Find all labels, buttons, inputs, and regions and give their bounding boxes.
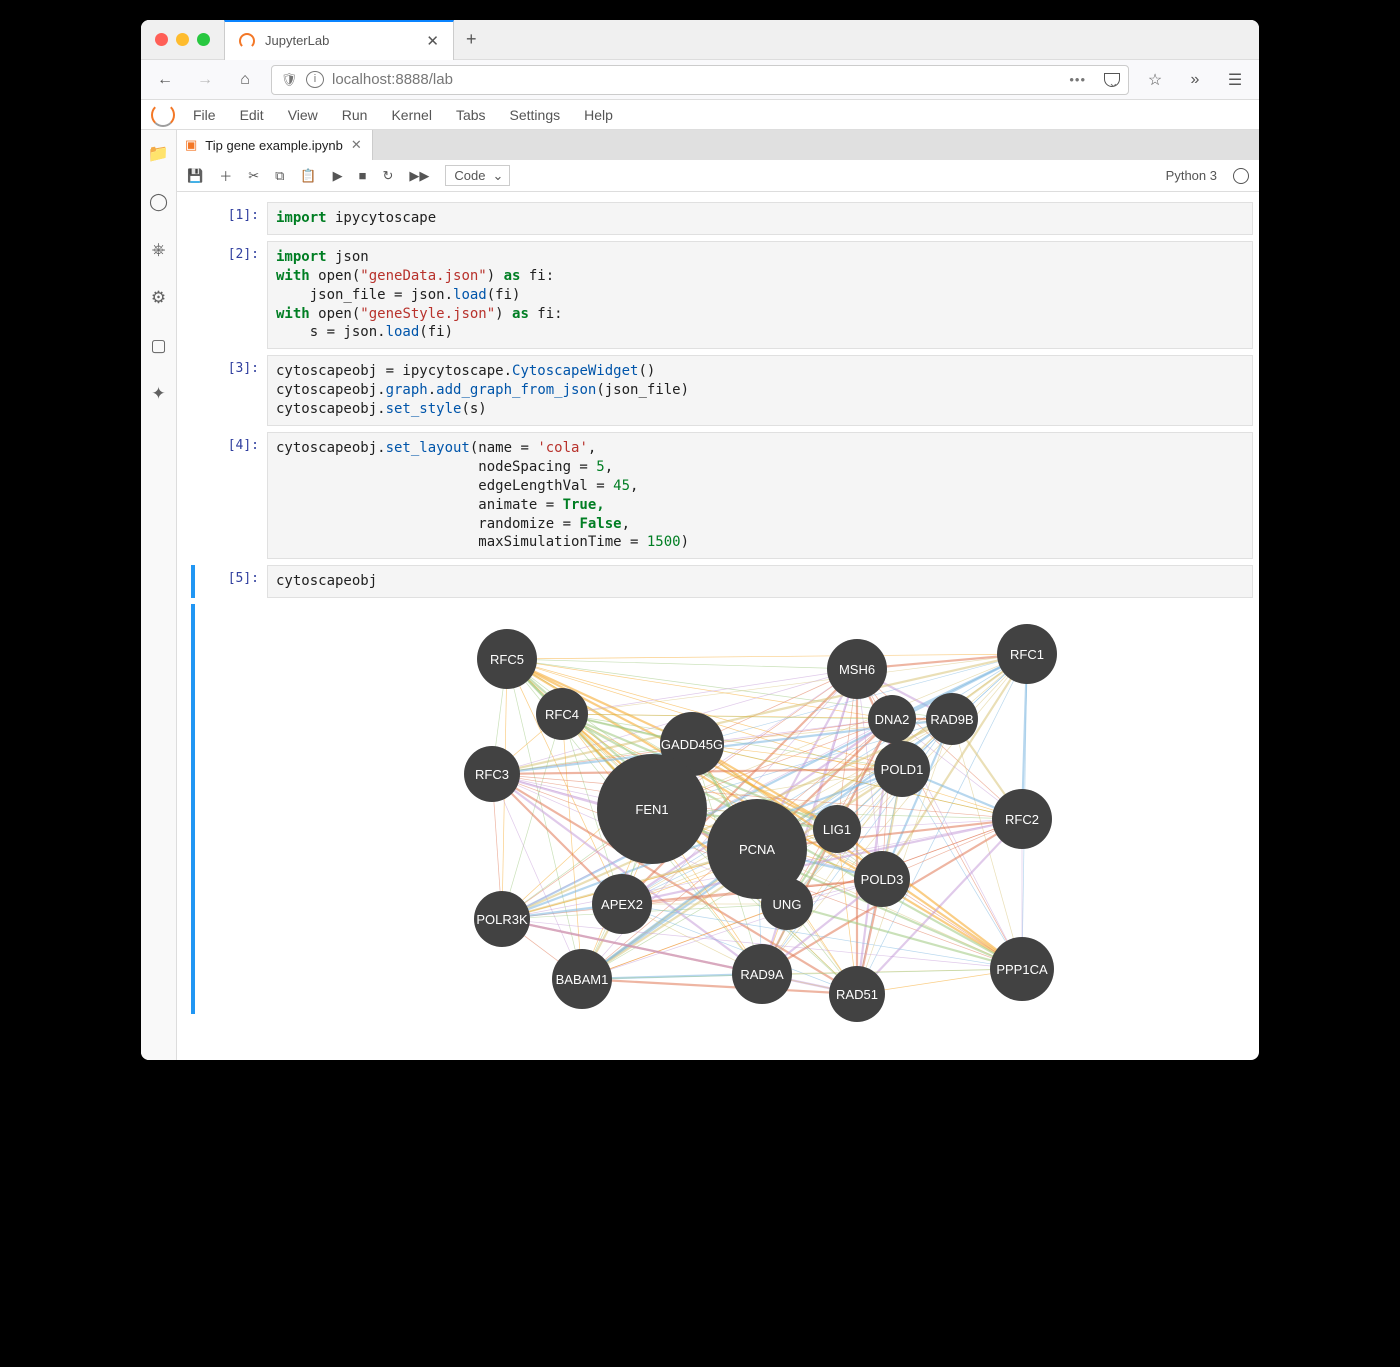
notebook-tabs: ▣ Tip gene example.ipynb ✕ <box>177 130 1259 160</box>
browser-window: JupyterLab ✕ + ← → ⌂ 🛡 i localhost:8888/… <box>141 20 1259 1060</box>
forward-button[interactable]: → <box>191 66 219 94</box>
graph-node[interactable]: APEX2 <box>592 874 652 934</box>
code-cell[interactable]: [4]:cytoscapeobj.set_layout(name = 'cola… <box>207 432 1253 559</box>
paste-icon[interactable]: 📋 <box>300 168 316 184</box>
left-sidebar: 📁 ◯ ⎈ ⚙ ▢ ✦ <box>141 130 177 1060</box>
fast-forward-icon[interactable]: ▶▶ <box>409 168 429 184</box>
menu-file[interactable]: File <box>181 100 228 130</box>
code-cell[interactable]: [3]:cytoscapeobj = ipycytoscape.Cytoscap… <box>207 355 1253 426</box>
close-tab-icon[interactable]: ✕ <box>426 32 439 50</box>
folder-icon[interactable]: 📁 <box>148 144 169 164</box>
code-cell[interactable]: [5]:cytoscapeobj <box>207 565 1253 598</box>
browser-tab[interactable]: JupyterLab ✕ <box>224 20 454 60</box>
cell-output: RFC5MSH6RFC1RFC4DNA2RAD9BGADD45GRFC3POLD… <box>207 604 1253 1014</box>
maximize-window[interactable] <box>197 33 210 46</box>
graph-node[interactable]: RFC3 <box>464 746 520 802</box>
run-icon[interactable]: ▶ <box>333 168 343 184</box>
cell-prompt: [4]: <box>207 432 267 559</box>
jupyterlab-body: 📁 ◯ ⎈ ⚙ ▢ ✦ ▣ Tip gene example.ipynb ✕ 💾… <box>141 130 1259 1060</box>
stop-icon[interactable]: ■ <box>359 168 367 183</box>
graph-node[interactable]: LIG1 <box>813 805 861 853</box>
browser-tab-title: JupyterLab <box>265 33 329 48</box>
pocket-icon[interactable]: ⌄ <box>1104 73 1120 87</box>
url-bar[interactable]: 🛡 i localhost:8888/lab ••• ⌄ <box>271 65 1129 95</box>
commands-icon[interactable]: ⎈ <box>152 240 166 260</box>
cell-prompt: [2]: <box>207 241 267 349</box>
graph-node[interactable]: POLR3K <box>474 891 530 947</box>
url-text: localhost:8888/lab <box>332 71 453 88</box>
copy-icon[interactable]: ⧉ <box>275 168 284 184</box>
menu-kernel[interactable]: Kernel <box>379 100 443 130</box>
browser-titlebar: JupyterLab ✕ + <box>141 20 1259 60</box>
restart-icon[interactable]: ↻ <box>382 168 393 184</box>
new-tab-button[interactable]: + <box>454 29 489 50</box>
graph-node[interactable]: PPP1CA <box>990 937 1054 1001</box>
hamburger-icon[interactable]: ☰ <box>1221 70 1249 90</box>
graph-node[interactable]: RFC5 <box>477 629 537 689</box>
notebook-icon: ▣ <box>185 137 197 153</box>
cell-type-select[interactable]: Code <box>445 165 510 186</box>
notebook-tab-title: Tip gene example.ipynb <box>205 138 343 153</box>
minimize-window[interactable] <box>176 33 189 46</box>
extension-icon[interactable]: ✦ <box>151 384 165 404</box>
graph-node[interactable]: RAD9A <box>732 944 792 1004</box>
cut-icon[interactable]: ✂ <box>248 168 259 184</box>
cell-code[interactable]: import ipycytoscape <box>267 202 1253 235</box>
close-window[interactable] <box>155 33 168 46</box>
graph-node[interactable]: UNG <box>761 878 813 930</box>
notebook-toolbar: 💾 ＋ ✂ ⧉ 📋 ▶ ■ ↻ ▶▶ Code Python 3 <box>177 160 1259 192</box>
graph-node[interactable]: DNA2 <box>868 695 916 743</box>
notebook-tab[interactable]: ▣ Tip gene example.ipynb ✕ <box>177 130 373 160</box>
tabs-icon[interactable]: ▢ <box>150 336 166 356</box>
graph-node[interactable]: POLD1 <box>874 741 930 797</box>
graph-node[interactable]: RFC1 <box>997 624 1057 684</box>
cell-code[interactable]: cytoscapeobj <box>267 565 1253 598</box>
back-button[interactable]: ← <box>151 66 179 94</box>
cell-prompt: [5]: <box>207 565 267 598</box>
code-cell[interactable]: [2]:import json with open("geneData.json… <box>207 241 1253 349</box>
menu-tabs[interactable]: Tabs <box>444 100 498 130</box>
menu-view[interactable]: View <box>276 100 330 130</box>
traffic-lights <box>141 33 224 46</box>
info-icon[interactable]: i <box>306 71 324 88</box>
cell-code[interactable]: cytoscapeobj.set_layout(name = 'cola', n… <box>267 432 1253 559</box>
bookmark-icon[interactable]: ☆ <box>1141 70 1169 90</box>
graph-node[interactable]: RFC2 <box>992 789 1052 849</box>
kernel-status-icon[interactable] <box>1233 168 1249 184</box>
property-inspector-icon[interactable]: ⚙ <box>151 288 166 308</box>
graph-node[interactable]: FEN1 <box>597 754 707 864</box>
graph-node[interactable]: RAD9B <box>926 693 978 745</box>
jupyterlab-menubar: FileEditViewRunKernelTabsSettingsHelp <box>141 100 1259 130</box>
close-notebook-icon[interactable]: ✕ <box>351 137 362 153</box>
overflow-icon[interactable]: » <box>1181 71 1209 89</box>
kernel-name[interactable]: Python 3 <box>1166 168 1217 183</box>
menu-settings[interactable]: Settings <box>498 100 573 130</box>
shield-icon: 🛡 <box>280 72 298 88</box>
jupyter-logo-icon <box>151 103 175 127</box>
cell-code[interactable]: import json with open("geneData.json") a… <box>267 241 1253 349</box>
graph-node[interactable]: MSH6 <box>827 639 887 699</box>
save-icon[interactable]: 💾 <box>187 168 203 184</box>
notebook-cells[interactable]: [1]:import ipycytoscape[2]:import json w… <box>177 192 1259 1060</box>
home-button[interactable]: ⌂ <box>231 66 259 94</box>
add-cell-icon[interactable]: ＋ <box>219 166 232 185</box>
menu-help[interactable]: Help <box>572 100 625 130</box>
cell-prompt: [1]: <box>207 202 267 235</box>
graph-node[interactable]: RAD51 <box>829 966 885 1022</box>
graph-node[interactable]: POLD3 <box>854 851 910 907</box>
jupyter-favicon <box>239 33 255 49</box>
url-more-icon[interactable]: ••• <box>1069 72 1086 87</box>
menu-run[interactable]: Run <box>330 100 380 130</box>
main-panel: ▣ Tip gene example.ipynb ✕ 💾 ＋ ✂ ⧉ 📋 ▶ ■… <box>177 130 1259 1060</box>
cytoscape-graph[interactable]: RFC5MSH6RFC1RFC4DNA2RAD9BGADD45GRFC3POLD… <box>277 614 1253 1014</box>
menu-edit[interactable]: Edit <box>228 100 276 130</box>
code-cell[interactable]: [1]:import ipycytoscape <box>207 202 1253 235</box>
cell-code[interactable]: cytoscapeobj = ipycytoscape.CytoscapeWid… <box>267 355 1253 426</box>
running-icon[interactable]: ◯ <box>149 192 168 212</box>
browser-navbar: ← → ⌂ 🛡 i localhost:8888/lab ••• ⌄ ☆ » ☰ <box>141 60 1259 100</box>
graph-node[interactable]: RFC4 <box>536 688 588 740</box>
graph-node[interactable]: BABAM1 <box>552 949 612 1009</box>
cell-prompt: [3]: <box>207 355 267 426</box>
